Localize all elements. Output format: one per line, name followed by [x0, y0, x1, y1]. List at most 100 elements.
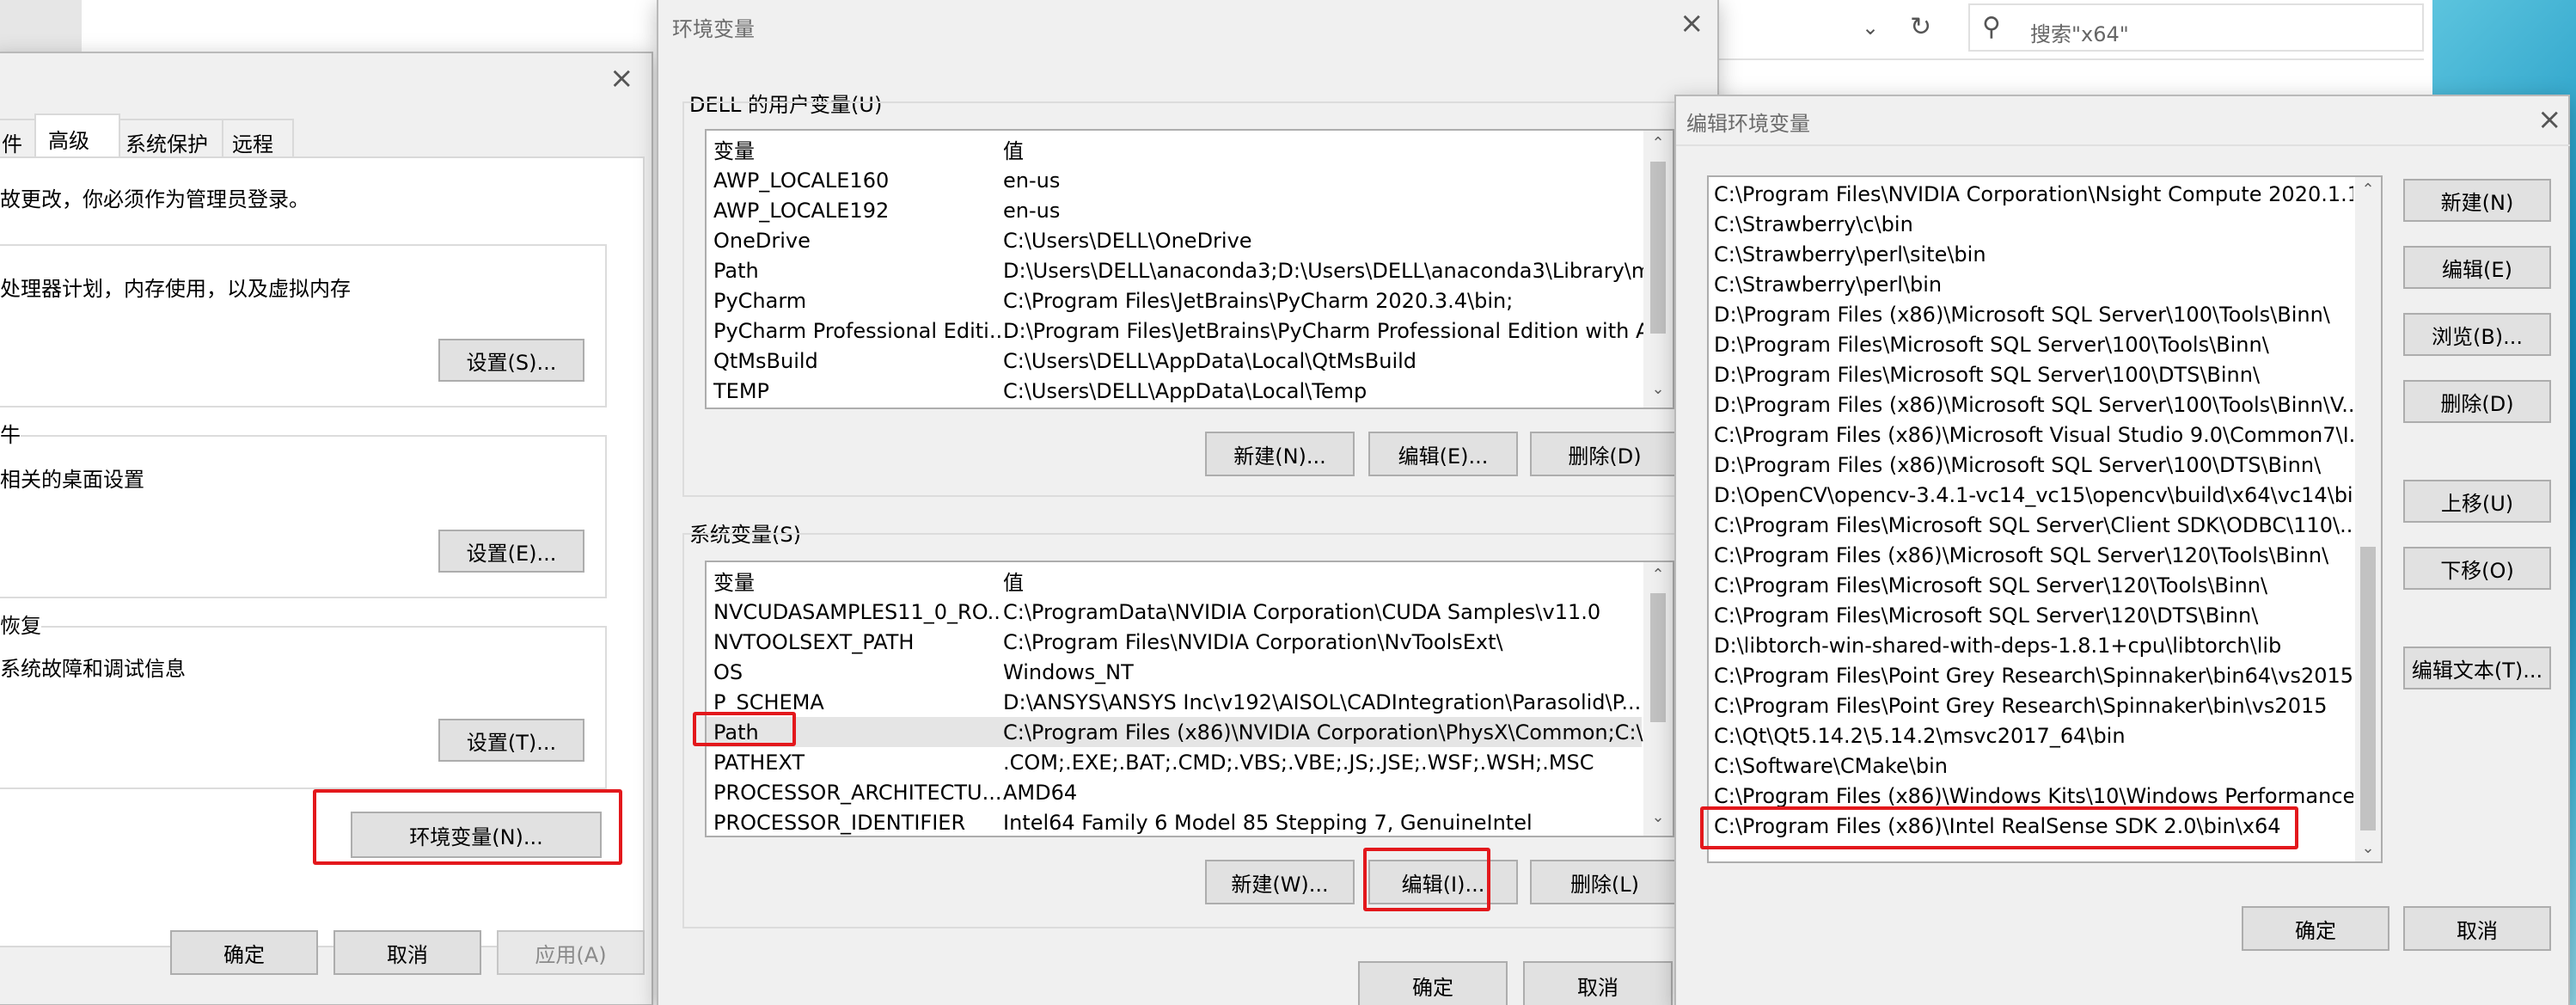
move-down-button[interactable]: 下移(O) — [2403, 547, 2551, 590]
performance-settings-button[interactable]: 设置(S)... — [438, 339, 584, 382]
variable-value-cell: C:\Program Files (x86)\NVIDIA Corporatio… — [1003, 720, 1663, 745]
close-icon[interactable]: × — [1680, 9, 1704, 38]
tab-hardware[interactable]: 件 — [0, 119, 36, 156]
environment-variables-window: 环境变量 × DELL 的用户变量(U) 变量 值 AWP_LOCALE160 e… — [657, 0, 1719, 1005]
vertical-scrollbar[interactable]: ⌃ ⌄ — [1643, 131, 1673, 408]
table-row[interactable]: AWP_LOCALE192 en-us — [707, 195, 1642, 225]
user-profiles-title: 牛 — [0, 418, 21, 448]
list-item[interactable]: D:\Program Files\Microsoft SQL Server\10… — [1709, 359, 2353, 389]
table-row[interactable]: PyCharm Professional Editi... D:\Program … — [707, 316, 1669, 346]
path-entries-list[interactable]: C:\Program Files\NVIDIA Corporation\Nsig… — [1707, 175, 2383, 863]
col-value-header: 值 — [1003, 571, 1024, 595]
table-row[interactable]: PyCharm C:\Program Files\JetBrains\PyChar… — [707, 285, 1642, 316]
delete-button[interactable]: 删除(D) — [2403, 380, 2551, 423]
search-box[interactable]: ⚲ 搜索"x64" — [1968, 3, 2424, 52]
scroll-up-icon[interactable]: ⌃ — [1643, 566, 1673, 584]
ok-button[interactable]: 确定 — [1358, 961, 1508, 1005]
table-row[interactable]: AWP_LOCALE160 en-us — [707, 165, 1642, 195]
list-item[interactable]: C:\Software\CMake\bin — [1709, 751, 2353, 781]
path-entry-text: D:\Program Files (x86)\Microsoft SQL Ser… — [1714, 392, 2353, 417]
vertical-scrollbar[interactable]: ⌃ ⌄ — [1643, 562, 1673, 836]
cancel-button[interactable]: 取消 — [333, 930, 481, 975]
path-entry-text: C:\Program Files (x86)\Microsoft SQL Ser… — [1714, 542, 2329, 567]
list-item[interactable]: D:\OpenCV\opencv-3.4.1-vc14_vc15\opencv\… — [1709, 480, 2353, 510]
cancel-button[interactable]: 取消 — [2403, 906, 2551, 951]
user-delete-button[interactable]: 删除(D) — [1530, 432, 1680, 476]
table-row[interactable]: Path D:\Users\DELL\anaconda3;D:\Users\DEL… — [707, 255, 1673, 285]
path-entry-text: C:\Program Files\Microsoft SQL Server\12… — [1714, 603, 2259, 628]
scroll-thumb[interactable] — [1650, 162, 1666, 334]
col-variable-header: 变量 — [713, 139, 755, 163]
user-vars-list[interactable]: 变量 值 AWP_LOCALE160 en-us AWP_LOCALE192 en-u… — [705, 129, 1674, 409]
list-item[interactable]: C:\Strawberry\perl\site\bin — [1709, 239, 2353, 269]
startup-recovery-group — [0, 626, 607, 789]
variable-value-cell: Intel64 Family 6 Model 85 Stepping 7, Ge… — [1003, 810, 1533, 835]
ok-button[interactable]: 确定 — [2242, 906, 2389, 951]
table-row[interactable]: OS Windows_NT — [707, 657, 1642, 687]
browse-button[interactable]: 浏览(B)... — [2403, 313, 2551, 356]
list-item[interactable]: D:\Program Files (x86)\Microsoft SQL Ser… — [1709, 299, 2353, 329]
col-value-header: 值 — [1003, 139, 1024, 163]
list-item[interactable]: C:\Program Files\Point Grey Research\Spi… — [1709, 660, 2353, 690]
variable-name-cell: TEMP — [713, 378, 770, 403]
variable-name-cell: OS — [713, 659, 743, 684]
tab-system-protection[interactable]: 系统保护 — [119, 119, 223, 156]
highlight-new-entry — [1700, 806, 2298, 849]
list-item[interactable]: D:\Program Files\Microsoft SQL Server\10… — [1709, 329, 2353, 359]
user-edit-button[interactable]: 编辑(E)... — [1368, 432, 1518, 476]
list-item[interactable]: C:\Program Files\NVIDIA Corporation\Nsig… — [1709, 179, 2353, 209]
new-button[interactable]: 新建(N) — [2403, 179, 2551, 222]
path-entry-text: D:\libtorch-win-shared-with-deps-1.8.1+c… — [1714, 633, 2282, 658]
vertical-scrollbar[interactable]: ⌃ ⌄ — [2355, 177, 2381, 861]
scroll-down-icon[interactable]: ⌄ — [2353, 839, 2381, 857]
refresh-icon[interactable]: ↻ — [1910, 12, 1931, 42]
table-row[interactable]: Path C:\Program Files (x86)\NVIDIA Corpor… — [707, 717, 1663, 747]
table-row[interactable]: NVTOOLSEXT_PATH C:\Program Files\NVIDIA C… — [707, 627, 1642, 657]
path-entry-text: C:\Program Files (x86)\Microsoft Visual … — [1714, 422, 2353, 447]
list-item[interactable]: D:\Program Files (x86)\Microsoft SQL Ser… — [1709, 389, 2353, 420]
table-row[interactable]: NVCUDASAMPLES11_0_RO... C:\ProgramData\NV… — [707, 597, 1642, 627]
table-row[interactable]: P_SCHEMA D:\ANSYS\ANSYS Inc\v192\AISOL\CA… — [707, 687, 1642, 717]
cancel-button[interactable]: 取消 — [1523, 961, 1673, 1005]
table-row[interactable]: QtMsBuild C:\Users\DELL\AppData\Local\QtM… — [707, 346, 1642, 376]
list-item[interactable]: C:\Program Files\Point Grey Research\Spi… — [1709, 690, 2353, 720]
edit-button[interactable]: 编辑(E) — [2403, 246, 2551, 289]
scroll-thumb[interactable] — [1650, 593, 1666, 722]
table-row[interactable]: OneDrive C:\Users\DELL\OneDrive — [707, 225, 1642, 255]
scroll-thumb[interactable] — [2360, 547, 2376, 830]
list-item[interactable]: C:\Qt\Qt5.14.2\5.14.2\msvc2017_64\bin — [1709, 720, 2353, 751]
list-item[interactable]: C:\Program Files (x86)\Microsoft Visual … — [1709, 420, 2353, 450]
edit-text-button[interactable]: 编辑文本(T)... — [2403, 647, 2551, 689]
table-row[interactable]: PROCESSOR_ARCHITECTU... AMD64 — [707, 777, 1642, 807]
tab-remote[interactable]: 远程 — [222, 119, 294, 156]
chevron-down-icon[interactable]: ⌄ — [1862, 15, 1879, 40]
scroll-down-icon[interactable]: ⌄ — [1643, 808, 1673, 826]
user-new-button[interactable]: 新建(N)... — [1205, 432, 1355, 476]
table-row[interactable]: PROCESSOR_IDENTIFIER Intel64 Family 6 Mod… — [707, 807, 1642, 836]
list-item[interactable]: C:\Program Files\Microsoft SQL Server\Cl… — [1709, 510, 2353, 540]
list-item[interactable]: C:\Strawberry\c\bin — [1709, 209, 2353, 239]
ok-button[interactable]: 确定 — [170, 930, 318, 975]
tab-advanced[interactable]: 高级 — [34, 113, 120, 158]
list-item[interactable]: D:\libtorch-win-shared-with-deps-1.8.1+c… — [1709, 630, 2353, 660]
startup-recovery-settings-button[interactable]: 设置(T)... — [438, 719, 584, 762]
system-vars-list[interactable]: 变量 值 NVCUDASAMPLES11_0_RO... C:\ProgramDa… — [705, 561, 1674, 837]
move-up-button[interactable]: 上移(U) — [2403, 480, 2551, 523]
list-item[interactable]: C:\Program Files\Microsoft SQL Server\12… — [1709, 600, 2353, 630]
list-item[interactable]: D:\Program Files (x86)\Microsoft SQL Ser… — [1709, 450, 2353, 480]
close-icon[interactable]: × — [609, 64, 634, 93]
list-item[interactable]: C:\Program Files (x86)\Microsoft SQL Ser… — [1709, 540, 2353, 570]
table-row[interactable]: PATHEXT .COM;.EXE;.BAT;.CMD;.VBS;.VBE;.JS… — [707, 747, 1642, 777]
close-icon[interactable]: × — [2537, 105, 2562, 134]
system-delete-button[interactable]: 删除(L) — [1530, 860, 1680, 904]
variable-name-cell: PROCESSOR_IDENTIFIER — [713, 810, 966, 835]
table-row[interactable]: TEMP C:\Users\DELL\AppData\Local\Temp — [707, 376, 1642, 406]
scroll-down-icon[interactable]: ⌄ — [1643, 380, 1673, 398]
scroll-up-icon[interactable]: ⌃ — [1643, 134, 1673, 152]
user-profiles-settings-button[interactable]: 设置(E)... — [438, 530, 584, 573]
scroll-up-icon[interactable]: ⌃ — [2353, 181, 2381, 199]
system-new-button[interactable]: 新建(W)... — [1205, 860, 1355, 904]
list-item[interactable]: C:\Program Files\Microsoft SQL Server\12… — [1709, 570, 2353, 600]
variable-value-cell: D:\Program Files\JetBrains\PyCharm Profe… — [1003, 318, 1669, 343]
list-item[interactable]: C:\Strawberry\perl\bin — [1709, 269, 2353, 299]
